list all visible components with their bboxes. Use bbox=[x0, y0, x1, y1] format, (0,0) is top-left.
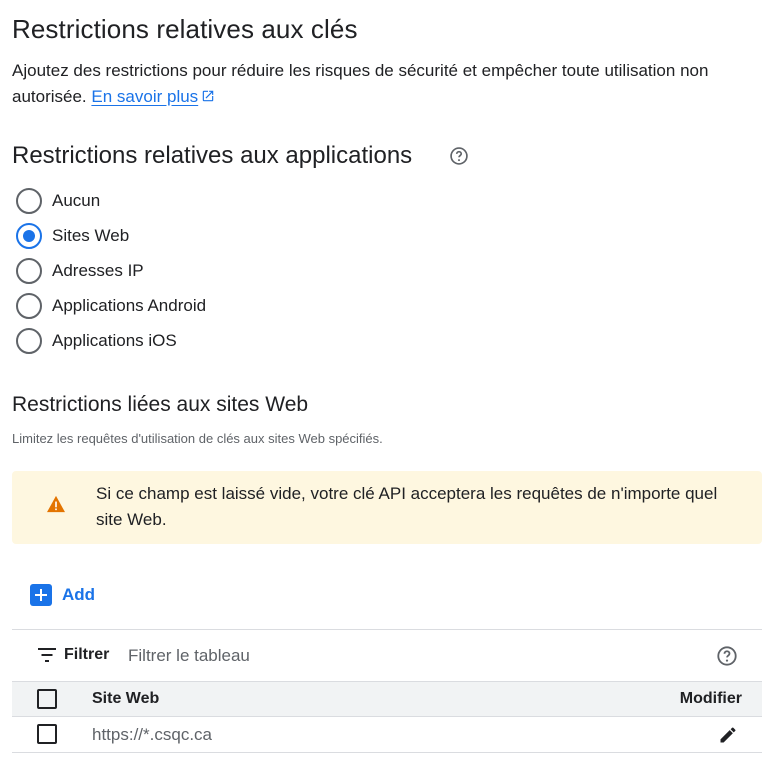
radio-label: Sites Web bbox=[52, 225, 130, 245]
column-header-modify: Modifier bbox=[679, 690, 742, 707]
warning-banner: Si ce champ est laissé vide, votre clé A… bbox=[12, 471, 762, 544]
column-header-site[interactable]: Site Web bbox=[92, 690, 159, 708]
radio-button[interactable] bbox=[16, 257, 42, 284]
radio-option-none[interactable]: Aucun bbox=[16, 183, 206, 218]
table-row: https://*.csqc.ca bbox=[12, 717, 762, 753]
websites-table: Filtrer Site Web Modifier https://*.csqc… bbox=[12, 629, 762, 753]
radio-option-ip-addresses[interactable]: Adresses IP bbox=[16, 253, 206, 288]
filter-label: Filtrer bbox=[64, 646, 110, 663]
radio-button-selected[interactable] bbox=[16, 222, 42, 249]
radio-option-ios-apps[interactable]: Applications iOS bbox=[16, 323, 206, 358]
radio-option-android-apps[interactable]: Applications Android bbox=[16, 288, 206, 323]
page-title: Restrictions relatives aux clés bbox=[12, 14, 358, 44]
website-restrictions-title: Restrictions liées aux sites Web bbox=[12, 393, 309, 416]
website-restrictions-description: Limitez les requêtes d'utilisation de cl… bbox=[12, 431, 383, 446]
row-checkbox[interactable] bbox=[37, 724, 57, 744]
select-all-checkbox[interactable] bbox=[37, 689, 57, 709]
app-restrictions-radio-group: Aucun Sites Web Adresses IP Applications… bbox=[16, 183, 206, 358]
edit-icon[interactable] bbox=[718, 725, 738, 745]
open-in-new-icon bbox=[202, 90, 214, 102]
warning-text: Si ce champ est laissé vide, votre clé A… bbox=[96, 484, 718, 529]
help-icon[interactable] bbox=[716, 645, 738, 667]
help-icon[interactable] bbox=[449, 146, 469, 166]
radio-button[interactable] bbox=[16, 292, 42, 319]
radio-button[interactable] bbox=[16, 327, 42, 354]
page-description: Ajoutez des restrictions pour réduire le… bbox=[12, 58, 762, 110]
radio-label: Applications Android bbox=[52, 295, 207, 315]
radio-label: Aucun bbox=[52, 190, 101, 210]
filter-icon bbox=[38, 648, 56, 662]
table-header: Site Web Modifier bbox=[12, 681, 762, 717]
app-restrictions-title: Restrictions relatives aux applications bbox=[12, 142, 413, 169]
radio-label: Adresses IP bbox=[52, 260, 144, 280]
learn-more-link[interactable]: En savoir plus bbox=[91, 87, 215, 106]
radio-label: Applications iOS bbox=[52, 330, 177, 350]
filter-input[interactable] bbox=[128, 643, 628, 669]
add-button-label: Add bbox=[62, 585, 96, 604]
warning-icon bbox=[47, 495, 65, 513]
filter-bar: Filtrer bbox=[12, 630, 762, 681]
radio-button[interactable] bbox=[16, 187, 42, 214]
learn-more-label: En savoir plus bbox=[91, 87, 199, 106]
site-cell: https://*.csqc.ca bbox=[92, 725, 212, 744]
add-icon bbox=[30, 584, 52, 606]
radio-option-websites[interactable]: Sites Web bbox=[16, 218, 206, 253]
add-button[interactable]: Add bbox=[30, 584, 95, 606]
